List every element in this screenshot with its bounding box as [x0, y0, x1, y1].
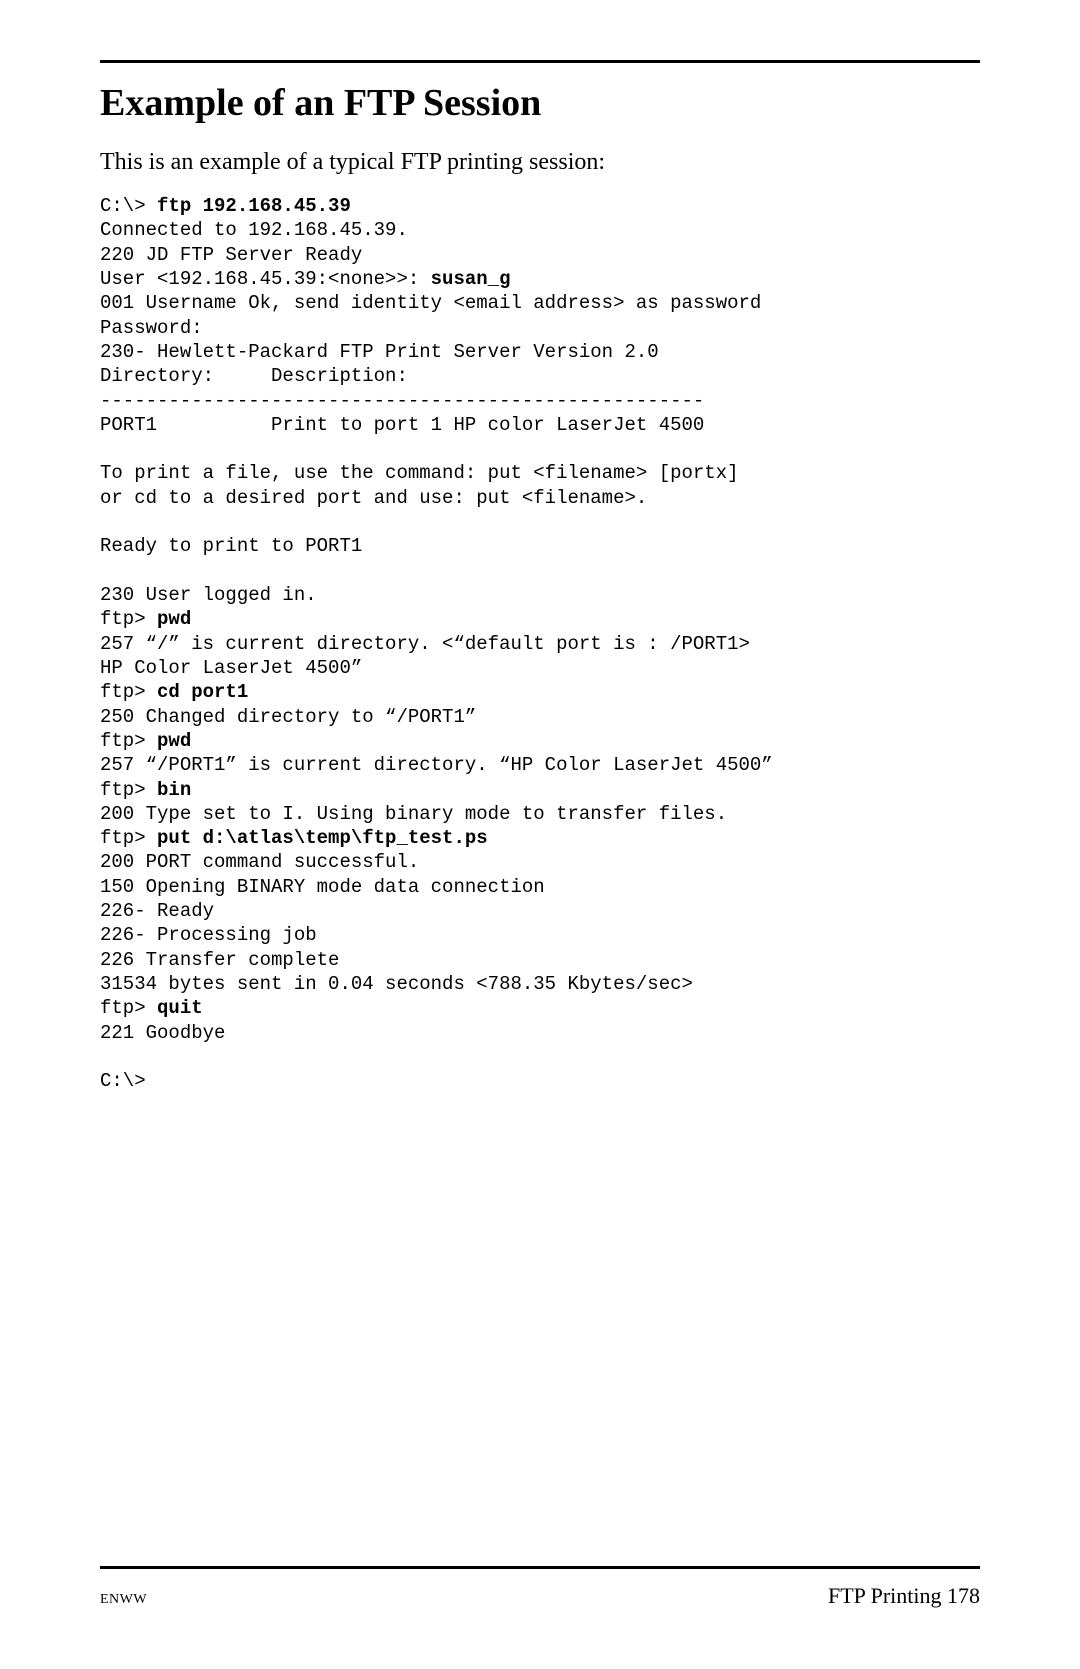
- session-line: ftp> bin: [100, 779, 191, 801]
- footer-page-number: 178: [947, 1583, 980, 1608]
- page-footer: ENWW FTP Printing 178: [100, 1566, 980, 1609]
- footer-line: ENWW FTP Printing 178: [100, 1583, 980, 1609]
- session-line: 200 PORT command successful.: [100, 851, 419, 873]
- session-line: 230- Hewlett-Packard FTP Print Server Ve…: [100, 341, 659, 363]
- session-line: User <192.168.45.39:<none>>: susan_g: [100, 268, 510, 290]
- session-line: 221 Goodbye: [100, 1022, 225, 1044]
- footer-section: FTP Printing: [828, 1583, 942, 1608]
- session-line: Password:: [100, 317, 203, 339]
- bottom-horizontal-rule: [100, 1566, 980, 1569]
- user-input: cd port1: [157, 681, 248, 703]
- top-horizontal-rule: [100, 60, 980, 63]
- footer-left-label: ENWW: [100, 1592, 147, 1608]
- session-line: ftp> cd port1: [100, 681, 248, 703]
- session-line: ftp> pwd: [100, 730, 191, 752]
- session-line: ----------------------------------------…: [100, 390, 704, 412]
- session-line: 257 “/PORT1” is current directory. “HP C…: [100, 754, 773, 776]
- session-line: ftp> put d:\atlas\temp\ftp_test.ps: [100, 827, 488, 849]
- session-line: 226 Transfer complete: [100, 949, 339, 971]
- session-line: 200 Type set to I. Using binary mode to …: [100, 803, 727, 825]
- session-line: ftp> quit: [100, 997, 203, 1019]
- session-line: Directory: Description:: [100, 365, 408, 387]
- session-line: 257 “/” is current directory. <“default …: [100, 633, 750, 655]
- session-line: 230 User logged in.: [100, 584, 317, 606]
- session-line: PORT1 Print to port 1 HP color LaserJet …: [100, 414, 704, 436]
- session-line: 150 Opening BINARY mode data connection: [100, 876, 545, 898]
- user-input: pwd: [157, 608, 191, 630]
- user-input: susan_g: [431, 268, 511, 290]
- session-line: 226- Ready: [100, 900, 214, 922]
- user-input: bin: [157, 779, 191, 801]
- session-line: Ready to print to PORT1: [100, 535, 362, 557]
- user-input: put d:\atlas\temp\ftp_test.ps: [157, 827, 488, 849]
- user-input: quit: [157, 997, 203, 1019]
- session-line: C:\> ftp 192.168.45.39: [100, 195, 351, 217]
- session-line: ftp> pwd: [100, 608, 191, 630]
- session-line: Connected to 192.168.45.39.: [100, 219, 408, 241]
- session-line: or cd to a desired port and use: put <fi…: [100, 487, 647, 509]
- session-line: C:\>: [100, 1070, 146, 1092]
- session-line: 226- Processing job: [100, 924, 317, 946]
- user-input: ftp 192.168.45.39: [157, 195, 351, 217]
- ftp-session-transcript: C:\> ftp 192.168.45.39 Connected to 192.…: [100, 194, 980, 1094]
- user-input: pwd: [157, 730, 191, 752]
- session-line: HP Color LaserJet 4500”: [100, 657, 362, 679]
- session-line: 31534 bytes sent in 0.04 seconds <788.35…: [100, 973, 693, 995]
- page-title: Example of an FTP Session: [100, 81, 980, 125]
- document-page: Example of an FTP Session This is an exa…: [0, 0, 1080, 1669]
- intro-paragraph: This is an example of a typical FTP prin…: [100, 149, 980, 176]
- session-line: 250 Changed directory to “/PORT1”: [100, 706, 476, 728]
- session-line: To print a file, use the command: put <f…: [100, 462, 739, 484]
- session-line: 001 Username Ok, send identity <email ad…: [100, 292, 761, 314]
- session-line: 220 JD FTP Server Ready: [100, 244, 362, 266]
- footer-right-label: FTP Printing 178: [828, 1583, 980, 1609]
